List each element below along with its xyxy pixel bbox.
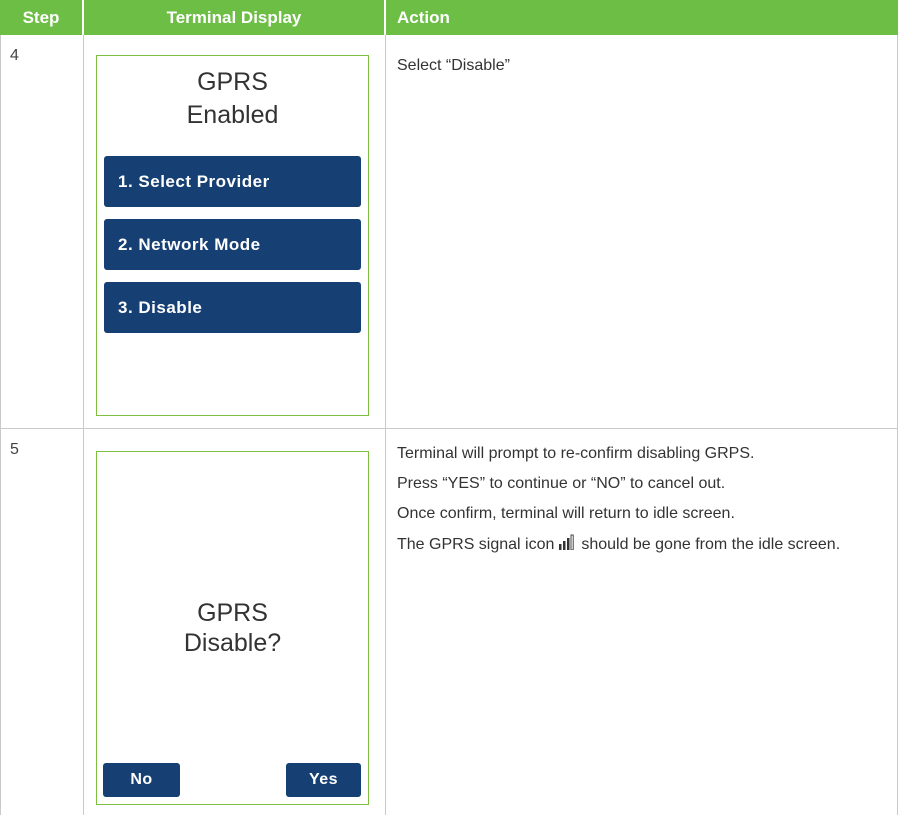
yes-button[interactable]: Yes (286, 763, 361, 797)
terminal-screen-gprs-enabled: GPRS Enabled 1. Select Provider 2. Netwo… (96, 55, 369, 416)
action-line: Once confirm, terminal will return to id… (397, 505, 735, 522)
action-line: Press “YES” to continue or “NO” to cance… (397, 475, 726, 492)
action-text-before-icon: The GPRS signal icon (397, 536, 555, 553)
column-divider (385, 35, 386, 815)
screen-title-line2: Enabled (186, 101, 279, 129)
action-text-after-icon: should be gone from the idle screen. (581, 536, 841, 553)
header-action: Action (386, 0, 898, 35)
table-border-left (0, 35, 1, 815)
action-text: Select “Disable” (397, 56, 867, 86)
screen-title-line2: Disable? (183, 629, 282, 657)
menu-disable-button[interactable]: 3. Disable (104, 282, 361, 333)
header-step: Step (0, 0, 82, 35)
row-divider (0, 428, 898, 429)
menu-network-mode-button[interactable]: 2. Network Mode (104, 219, 361, 270)
action-line: Terminal will prompt to re-confirm disab… (397, 445, 755, 462)
action-line-signal: The GPRS signal icon should be gone from… (397, 534, 847, 556)
menu-select-provider-button[interactable]: 1. Select Provider (104, 156, 361, 207)
no-button[interactable]: No (103, 763, 180, 797)
signal-strength-icon (558, 534, 577, 556)
terminal-screen-gprs-disable: GPRS Disable? No Yes (96, 451, 369, 805)
action-text: Terminal will prompt to re-confirm disab… (397, 444, 847, 566)
header-terminal-display: Terminal Display (84, 0, 384, 35)
action-line: Select “Disable” (397, 57, 510, 74)
step-number: 5 (10, 441, 19, 458)
step-number: 4 (10, 47, 19, 64)
screen-title-line1: GPRS (197, 68, 268, 96)
procedure-table: Step Terminal Display Action 4 GPRS Enab… (0, 0, 898, 815)
column-divider (83, 35, 84, 815)
screen-title-line1: GPRS (197, 599, 268, 627)
